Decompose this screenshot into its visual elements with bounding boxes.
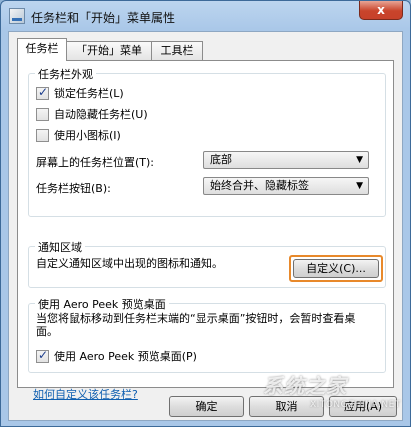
- checkbox-checked-icon[interactable]: [36, 85, 49, 100]
- watermark-sub: XITONGZHIJIA.NET: [310, 400, 401, 410]
- aero-peek-group-title: 使用 Aero Peek 预览桌面: [35, 296, 169, 312]
- taskbar-buttons-label: 任务栏按钮(B):: [36, 182, 111, 195]
- title-bar[interactable]: 任务栏和「开始」菜单属性 x: [1, 1, 410, 31]
- taskbar-position-select[interactable]: 底部 ▼: [203, 151, 369, 169]
- help-link[interactable]: 如何自定义该任务栏?: [33, 386, 138, 402]
- taskbar-buttons-select[interactable]: 始终合并、隐藏标签 ▼: [203, 177, 369, 195]
- site-watermark: 系统之家 XITONGZHIJIA.NET: [255, 368, 405, 423]
- appearance-group-title: 任务栏外观: [35, 66, 96, 82]
- small-icons-checkbox[interactable]: 使用小图标(I): [36, 128, 121, 143]
- lock-taskbar-checkbox[interactable]: 锁定任务栏(L): [36, 85, 124, 101]
- close-button[interactable]: x: [359, 1, 403, 20]
- aero-peek-checkbox[interactable]: 使用 Aero Peek 预览桌面(P): [36, 348, 197, 364]
- watermark-main: 系统之家: [263, 374, 347, 398]
- aero-peek-description: 当您将鼠标移动到任务栏末端的“显示桌面”按钮时，会暂时查看桌面。: [36, 312, 356, 338]
- window-title: 任务栏和「开始」菜单属性: [31, 11, 176, 25]
- ok-button[interactable]: 确定: [169, 396, 244, 417]
- checkbox-unchecked-icon[interactable]: [36, 129, 49, 142]
- dialog-window: 任务栏和「开始」菜单属性 x 任务栏 「开始」菜单 工具栏 任务栏外观 锁定任务…: [0, 0, 411, 427]
- tab-taskbar[interactable]: 任务栏: [17, 38, 67, 61]
- dropdown-arrow-icon: ▼: [356, 181, 363, 191]
- dropdown-arrow-icon: ▼: [356, 155, 363, 165]
- notification-description: 自定义通知区域中出现的图标和通知。: [36, 257, 223, 270]
- taskbar-position-label: 屏幕上的任务栏位置(T):: [36, 156, 155, 169]
- tab-toolbars[interactable]: 工具栏: [151, 41, 203, 60]
- notification-group-title: 通知区域: [35, 239, 85, 255]
- tab-panel: 任务栏外观 锁定任务栏(L) 自动隐藏任务栏(U) 使用小图标(I) 屏幕上的任…: [17, 60, 394, 401]
- tab-start-menu[interactable]: 「开始」菜单: [66, 41, 152, 60]
- dialog-client: 任务栏 「开始」菜单 工具栏 任务栏外观 锁定任务栏(L) 自动隐藏任务栏(U)…: [8, 31, 403, 421]
- autohide-taskbar-checkbox[interactable]: 自动隐藏任务栏(U): [36, 107, 148, 122]
- checkbox-checked-icon[interactable]: [36, 348, 49, 363]
- taskbar-icon: [9, 8, 25, 24]
- customize-button[interactable]: 自定义(C)...: [293, 259, 379, 278]
- checkbox-unchecked-icon[interactable]: [36, 108, 49, 121]
